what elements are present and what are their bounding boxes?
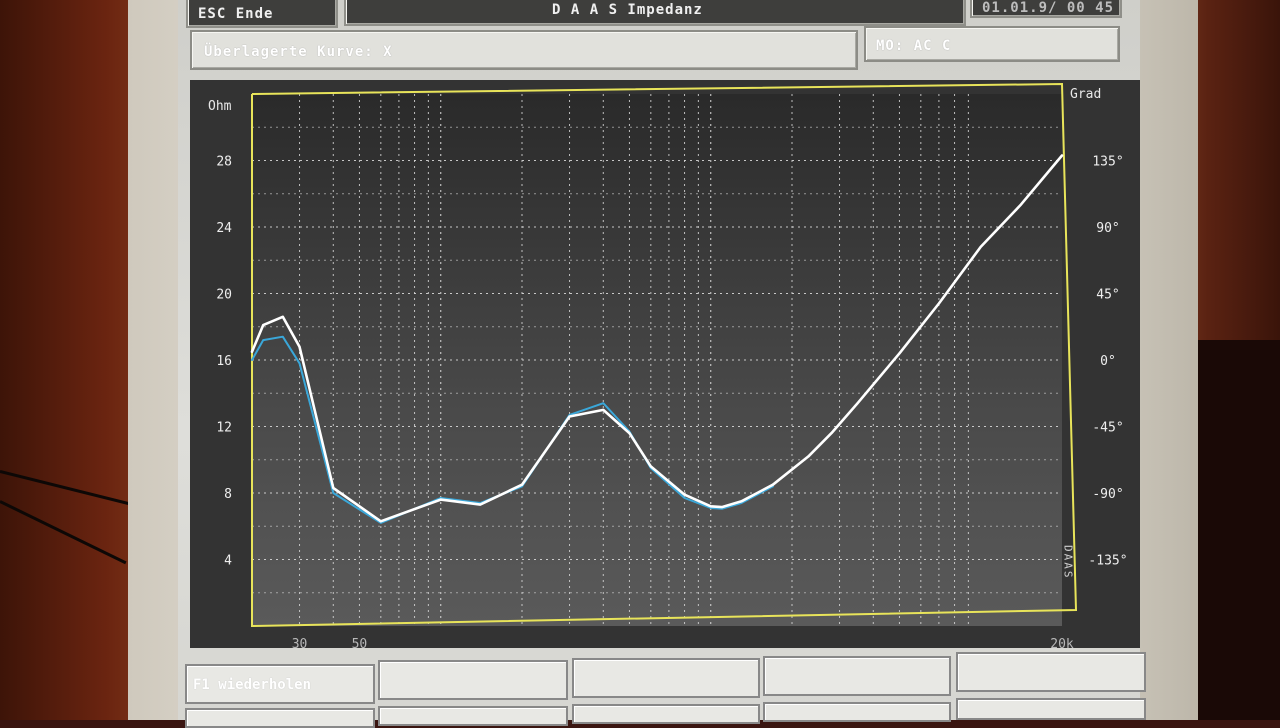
y-right-tick-label: -45° bbox=[1092, 421, 1123, 436]
y-right-tick-label: 45° bbox=[1096, 288, 1119, 303]
x-tick-label: 50 bbox=[352, 637, 368, 652]
f5-button[interactable] bbox=[956, 652, 1146, 692]
y-left-axis-label: Ohm bbox=[208, 99, 232, 114]
f1-repeat-button[interactable]: F1 wiederholen bbox=[185, 664, 375, 704]
y-right-tick-label: 135° bbox=[1092, 155, 1123, 170]
f3-button[interactable] bbox=[572, 658, 760, 698]
y-right-tick-label: -135° bbox=[1088, 554, 1127, 569]
f2-button[interactable] bbox=[378, 660, 568, 700]
vertical-daas-text: DAAS bbox=[1062, 545, 1075, 580]
y-right-tick-label: -90° bbox=[1092, 487, 1123, 502]
f9-button[interactable] bbox=[763, 702, 951, 722]
y-right-tick-label: 90° bbox=[1096, 221, 1119, 236]
y-left-tick-label: 28 bbox=[216, 155, 232, 170]
f6-button[interactable] bbox=[185, 708, 375, 728]
x-tick-label: 30 bbox=[292, 637, 308, 652]
x-tick-label: 20k bbox=[1050, 637, 1074, 652]
y-left-tick-label: 24 bbox=[216, 221, 232, 236]
y-left-tick-label: 20 bbox=[216, 288, 232, 303]
y-left-tick-label: 4 bbox=[224, 554, 232, 569]
f8-button[interactable] bbox=[572, 704, 760, 724]
impedance-chart: Ohm Grad 28 24 20 16 12 8 4 135° 90° 45° 0° -45° -9… bbox=[190, 80, 1140, 652]
y-left-tick-label: 16 bbox=[216, 354, 232, 369]
y-right-axis-label: Grad bbox=[1070, 87, 1101, 102]
y-left-tick-label: 8 bbox=[224, 487, 232, 502]
f1-label: F1 wiederholen bbox=[193, 677, 312, 693]
f4-button[interactable] bbox=[763, 656, 951, 696]
f7-button[interactable] bbox=[378, 706, 568, 726]
y-right-tick-label: 0° bbox=[1100, 354, 1116, 369]
f10-button[interactable] bbox=[956, 698, 1146, 720]
y-left-tick-label: 12 bbox=[216, 421, 232, 436]
